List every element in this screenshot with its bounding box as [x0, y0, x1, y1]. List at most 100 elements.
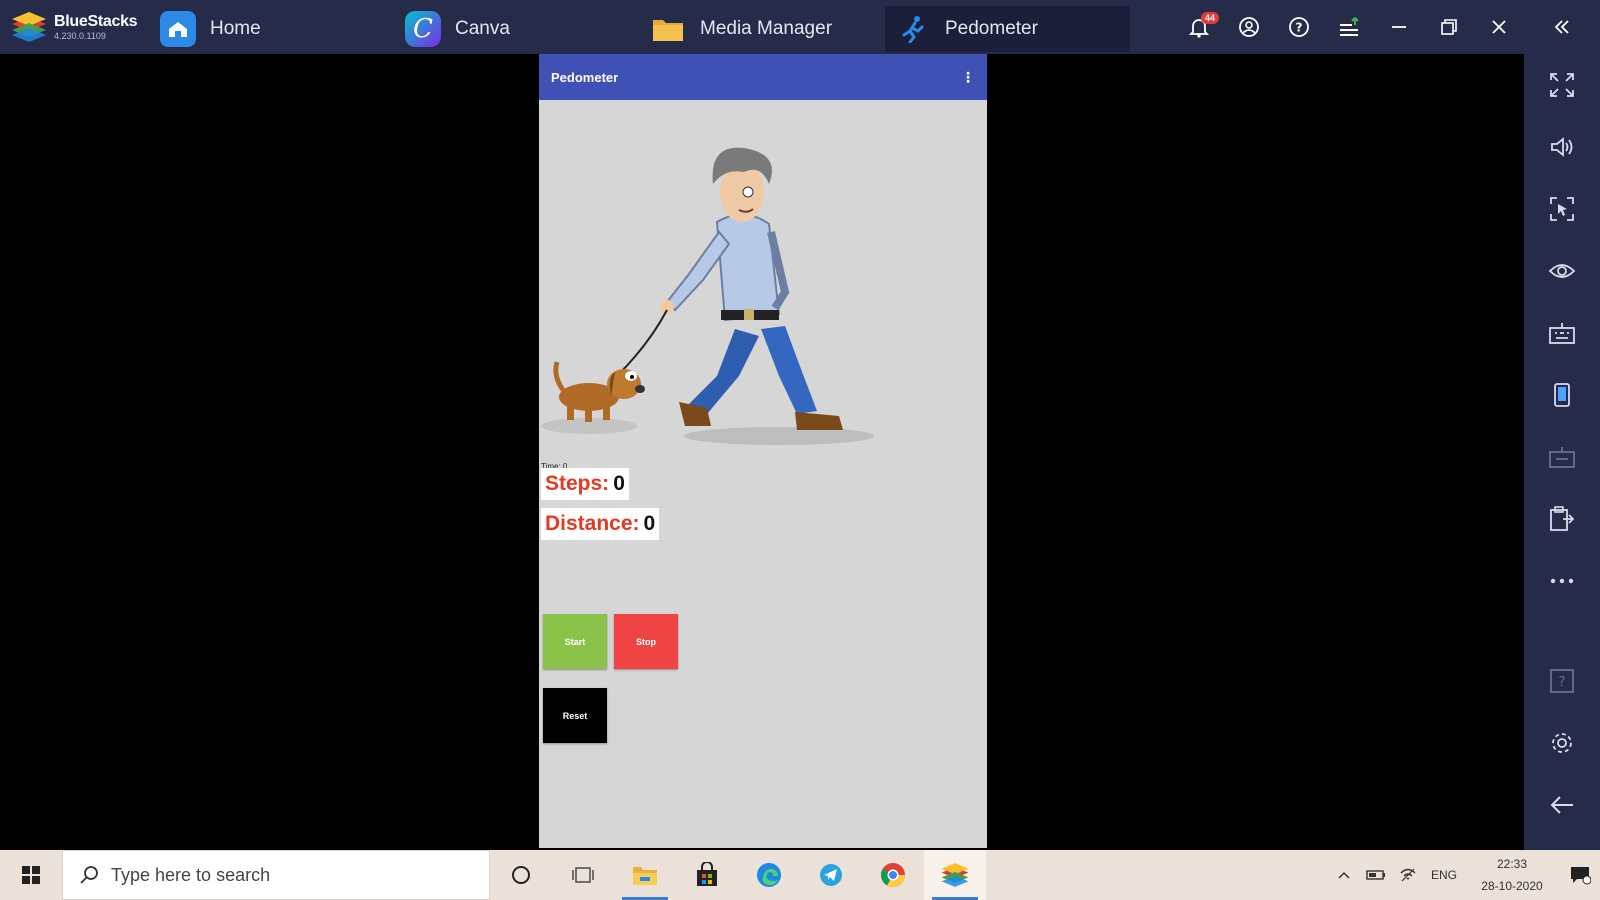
close-icon: [1492, 20, 1506, 34]
tab-canva-label: Canva: [455, 18, 510, 39]
arrow-left-icon: [1550, 796, 1573, 814]
bluestacks-sidebar: ?: [1524, 54, 1600, 850]
tab-home[interactable]: Home: [150, 6, 395, 52]
distance-display: Distance: 0: [541, 508, 660, 540]
store-taskbar[interactable]: [676, 850, 738, 900]
app-toolbar: Pedometer ⋮: [539, 54, 987, 100]
help-icon: ?: [1289, 17, 1309, 37]
canva-icon: C: [405, 11, 441, 47]
cortana-button[interactable]: [490, 850, 552, 900]
notifications-button[interactable]: 44: [1174, 0, 1224, 54]
battery-icon: [1366, 870, 1385, 880]
minimize-icon: [1392, 26, 1406, 28]
bluestacks-titlebar: BlueStacks 4.230.0.1109 Home C Canva Med…: [0, 0, 1600, 54]
app-name: BlueStacks: [54, 12, 138, 30]
steps-value: 0: [613, 472, 625, 495]
windows-icon: [22, 866, 40, 884]
tab-pedometer-label: Pedometer: [945, 18, 1038, 39]
restore-button[interactable]: [1424, 0, 1474, 54]
edge-taskbar[interactable]: [738, 850, 800, 900]
folder-icon: [650, 11, 686, 47]
volume-button[interactable]: [1524, 124, 1600, 170]
app-version: 4.230.0.1109: [54, 30, 106, 41]
windows-taskbar: Type here to search ENG 22:33 28-10-2020: [0, 850, 1600, 900]
help-sidebar-button[interactable]: ?: [1524, 658, 1600, 704]
file-explorer-taskbar[interactable]: [614, 850, 676, 900]
account-icon: [1239, 17, 1259, 37]
collapse-sidebar-button[interactable]: [1524, 0, 1600, 54]
fullscreen-icon: [1550, 73, 1574, 97]
taskbar-clock[interactable]: 22:33 28-10-2020: [1464, 853, 1560, 897]
start-menu-button[interactable]: [0, 850, 62, 900]
volume-icon: [1551, 137, 1573, 157]
start-button[interactable]: Start: [543, 614, 607, 669]
bluestacks-taskbar[interactable]: [924, 850, 986, 900]
wifi-icon: [1400, 868, 1416, 882]
cortana-icon: [512, 866, 530, 884]
language-indicator[interactable]: ENG: [1424, 868, 1464, 882]
file-explorer-icon: [633, 867, 657, 885]
distance-value: 0: [643, 512, 656, 535]
notification-badge: 44: [1201, 12, 1220, 24]
bluestacks-icon: [941, 863, 969, 887]
cursor-lock-icon: [1550, 197, 1574, 221]
task-view-button[interactable]: [552, 850, 614, 900]
man-walking-dog-illustration: [541, 147, 874, 445]
overflow-menu-icon[interactable]: ⋮: [961, 69, 975, 86]
lock-cursor-button[interactable]: [1524, 186, 1600, 232]
runner-icon: [895, 11, 931, 47]
search-placeholder: Type here to search: [111, 864, 271, 885]
help-square-icon: ?: [1550, 669, 1574, 693]
store-icon: [697, 862, 717, 886]
battery-button[interactable]: [1360, 869, 1392, 881]
hamburger-update-icon: [1340, 17, 1359, 36]
notification-center-icon: [1571, 867, 1591, 885]
close-button[interactable]: [1474, 0, 1524, 54]
tab-media-manager[interactable]: Media Manager: [640, 6, 885, 52]
taskbar-search[interactable]: Type here to search: [62, 850, 490, 900]
menu-button[interactable]: [1324, 0, 1374, 54]
fullscreen-button[interactable]: [1524, 62, 1600, 108]
back-button[interactable]: [1524, 782, 1600, 828]
home-icon: [160, 11, 196, 47]
distance-label: Distance:: [545, 512, 640, 535]
restore-icon: [1441, 19, 1457, 35]
steps-display: Steps: 0: [541, 468, 629, 500]
app-title: Pedometer: [551, 69, 619, 85]
more-options-button[interactable]: [1524, 558, 1600, 604]
tab-home-label: Home: [210, 18, 261, 39]
chrome-taskbar[interactable]: [862, 850, 924, 900]
clipboard-icon: [1550, 506, 1575, 531]
tab-media-manager-label: Media Manager: [700, 18, 833, 39]
task-view-icon: [572, 867, 594, 883]
telegram-taskbar[interactable]: [800, 850, 862, 900]
svg-text:?: ?: [1296, 21, 1303, 35]
gear-icon: [1552, 733, 1572, 753]
edge-icon: [757, 863, 781, 887]
search-icon: [80, 866, 98, 884]
eye-icon: [1548, 264, 1576, 278]
action-center-button[interactable]: [1560, 865, 1600, 885]
copy-paste-button[interactable]: [1524, 496, 1600, 542]
show-hidden-icons-button[interactable]: [1328, 870, 1360, 880]
phone-icon: [1554, 383, 1570, 407]
network-button[interactable]: [1392, 867, 1424, 883]
account-button[interactable]: [1224, 0, 1274, 54]
help-button[interactable]: ?: [1274, 0, 1324, 54]
settings-button[interactable]: [1524, 720, 1600, 766]
chrome-icon: [880, 863, 905, 888]
keyboard-controls-button[interactable]: [1524, 310, 1600, 356]
screen-record-button[interactable]: [1524, 434, 1600, 480]
tab-canva[interactable]: C Canva: [395, 6, 640, 52]
more-icon: [1550, 578, 1574, 584]
visibility-button[interactable]: [1524, 248, 1600, 294]
tab-pedometer[interactable]: Pedometer: [885, 6, 1130, 52]
reset-button[interactable]: Reset: [543, 688, 607, 743]
camera-icon: [1549, 447, 1575, 468]
app-screen: Pedometer ⋮ Time: 0 Steps: 0 Distance: 0…: [539, 54, 987, 848]
steps-label: Steps:: [545, 472, 610, 495]
stop-button[interactable]: Stop: [614, 614, 678, 669]
minimize-button[interactable]: [1374, 0, 1424, 54]
rotate-button[interactable]: [1524, 372, 1600, 418]
system-tray: ENG 22:33 28-10-2020: [1328, 850, 1600, 900]
